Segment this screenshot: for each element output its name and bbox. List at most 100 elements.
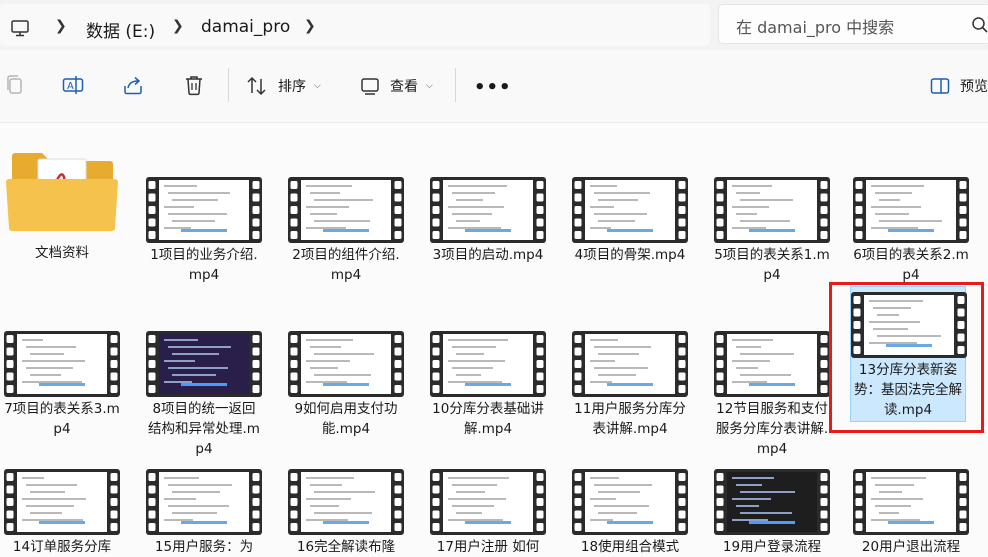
sort-icon — [247, 76, 266, 96]
item-name: 3项目的启动.mp4 — [432, 247, 544, 263]
view-label: 查看 — [390, 79, 418, 95]
chevron-right-icon[interactable]: ❯ — [304, 18, 316, 34]
file-item[interactable]: 18使用组合模式 — [572, 429, 688, 555]
file-item[interactable]: 14订单服务分库 — [4, 429, 120, 555]
file-item[interactable]: 11用户服务分库分表讲解.mp4 — [572, 291, 688, 437]
video-thumbnail-icon — [714, 177, 830, 243]
breadcrumb-folder[interactable]: damai_pro — [201, 17, 290, 37]
file-item[interactable]: 13分库分表新姿势：基因法完全解读.mp4 — [850, 286, 967, 422]
item-name: 18使用组合模式 — [580, 539, 680, 555]
video-thumbnail-icon — [146, 331, 262, 397]
video-thumbnail-icon — [288, 331, 404, 397]
toolbar-divider — [228, 68, 229, 102]
item-name: 文档资料 — [35, 245, 89, 261]
item-name: 2项目的组件介绍.mp4 — [292, 247, 400, 283]
item-thumbnail — [288, 331, 404, 397]
address-bar: ❯ 数据 (E:) ❯ damai_pro ❯ 在 damai_pro 中搜索 — [0, 0, 988, 50]
rename-icon[interactable]: A — [62, 74, 84, 96]
view-button[interactable]: 查看 ⌵ — [360, 72, 433, 100]
video-thumbnail-icon — [4, 469, 120, 535]
item-thumbnail — [430, 331, 546, 397]
item-thumbnail — [572, 331, 688, 397]
file-item[interactable]: 7项目的表关系3.mp4 — [4, 291, 120, 437]
file-item[interactable]: 15用户服务：为 — [146, 429, 262, 555]
file-item[interactable]: 12节目服务和支付服务分库分表讲解.mp4 — [714, 291, 830, 457]
file-item[interactable]: 17用户注册 如何 — [430, 429, 546, 555]
file-item[interactable]: 20用户退出流程 — [853, 429, 969, 555]
video-thumbnail-icon — [288, 177, 404, 243]
file-item[interactable]: 2项目的组件介绍.mp4 — [288, 137, 404, 283]
search-input[interactable]: 在 damai_pro 中搜索 — [718, 4, 988, 44]
video-thumbnail-icon — [572, 177, 688, 243]
this-pc-icon[interactable] — [10, 18, 30, 38]
more-options-icon[interactable]: ••• — [474, 77, 512, 98]
breadcrumb[interactable]: ❯ 数据 (E:) ❯ damai_pro ❯ — [0, 4, 710, 46]
item-name: 6项目的表关系2.mp4 — [853, 247, 969, 283]
file-item[interactable]: 9如何启用支付功能.mp4 — [288, 291, 404, 437]
file-item[interactable]: 10分库分表基础讲解.mp4 — [430, 291, 546, 437]
chevron-right-icon[interactable]: ❯ — [55, 18, 67, 34]
item-thumbnail — [4, 469, 120, 535]
video-thumbnail-icon — [572, 331, 688, 397]
file-item[interactable]: 1项目的业务介绍.mp4 — [146, 137, 262, 283]
item-thumbnail — [851, 292, 967, 358]
delete-icon[interactable] — [183, 74, 205, 96]
sort-label: 排序 — [278, 79, 306, 95]
item-thumbnail — [146, 331, 262, 397]
video-thumbnail-icon — [430, 331, 546, 397]
file-item[interactable]: 16完全解读布隆 — [288, 429, 404, 555]
search-placeholder: 在 damai_pro 中搜索 — [736, 18, 895, 37]
file-item[interactable]: 5项目的表关系1.mp4 — [714, 137, 830, 283]
search-icon[interactable] — [971, 16, 988, 34]
item-name: 14订单服务分库 — [12, 539, 112, 555]
item-thumbnail — [430, 177, 546, 243]
item-thumbnail — [146, 469, 262, 535]
file-item[interactable]: 3项目的启动.mp4 — [430, 137, 546, 277]
chevron-down-icon: ⌵ — [314, 81, 321, 91]
item-thumbnail — [714, 469, 830, 535]
video-thumbnail-icon — [851, 292, 967, 358]
video-thumbnail-icon — [430, 177, 546, 243]
preview-label: 预览 — [960, 79, 988, 95]
copy-icon[interactable] — [4, 74, 26, 96]
item-thumbnail — [4, 331, 120, 397]
file-item[interactable]: 6项目的表关系2.mp4 — [853, 137, 969, 283]
file-item[interactable]: 4项目的骨架.mp4 — [572, 137, 688, 277]
item-name: 4项目的骨架.mp4 — [574, 247, 686, 263]
view-icon — [361, 78, 379, 95]
item-thumbnail — [146, 177, 262, 243]
preview-pane-button[interactable]: 预览 — [930, 72, 988, 100]
item-name: 16完全解读布隆 — [296, 539, 396, 555]
preview-pane-icon — [930, 78, 950, 94]
item-thumbnail — [714, 177, 830, 243]
breadcrumb-drive[interactable]: 数据 (E:) — [86, 17, 155, 42]
item-name: 19用户登录流程 — [722, 539, 822, 555]
video-thumbnail-icon — [714, 331, 830, 397]
video-thumbnail-icon — [572, 469, 688, 535]
video-thumbnail-icon — [430, 469, 546, 535]
item-thumbnail — [853, 469, 969, 535]
item-name: 20用户退出流程 — [861, 539, 961, 555]
folder-item[interactable]: 文档资料 — [4, 137, 120, 277]
item-thumbnail — [853, 177, 969, 243]
chevron-right-icon[interactable]: ❯ — [172, 18, 184, 34]
item-thumbnail — [288, 469, 404, 535]
video-thumbnail-icon — [146, 177, 262, 243]
item-name: 1项目的业务介绍.mp4 — [150, 247, 258, 283]
share-icon[interactable] — [122, 74, 144, 96]
chevron-down-icon: ⌵ — [426, 81, 433, 91]
item-thumbnail — [572, 177, 688, 243]
file-item[interactable]: 8项目的统一返回结构和异常处理.mp4 — [146, 291, 262, 457]
video-thumbnail-icon — [853, 469, 969, 535]
item-name: 15用户服务：为 — [154, 539, 254, 555]
item-thumbnail — [4, 135, 120, 235]
svg-text:A: A — [67, 81, 74, 92]
video-thumbnail-icon — [4, 331, 120, 397]
file-item[interactable]: 19用户登录流程 — [714, 429, 830, 555]
item-thumbnail — [430, 469, 546, 535]
command-bar: A 排序 ⌵ 查看 ⌵ ••• 预览 — [0, 50, 988, 123]
item-name: 13分库分表新姿势：基因法完全解读.mp4 — [854, 362, 962, 418]
sort-button[interactable]: 排序 ⌵ — [246, 72, 321, 100]
folder-icon — [6, 153, 118, 231]
video-thumbnail-icon — [288, 469, 404, 535]
